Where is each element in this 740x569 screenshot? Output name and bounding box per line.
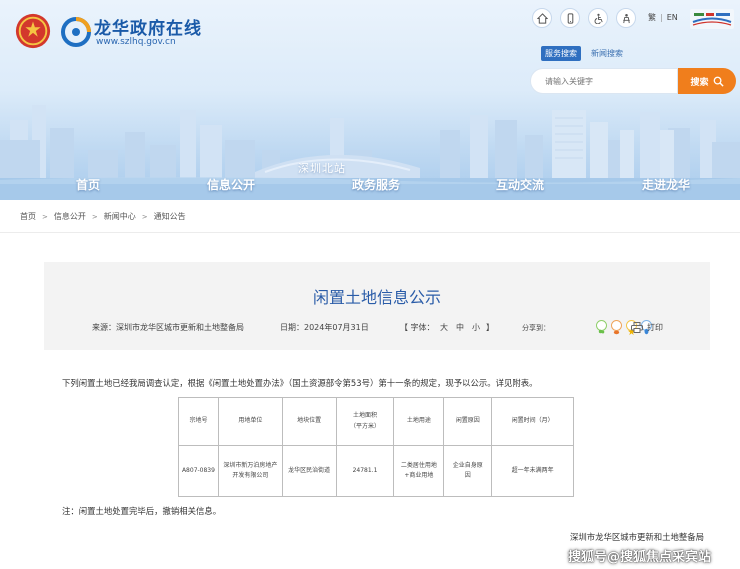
cell-text: 因 <box>464 472 471 479</box>
table-row: A807-0839 深圳市新万泊房地产 开发有限公司 龙华区民治街道 24781… <box>178 445 574 497</box>
weibo-icon[interactable] <box>611 320 622 335</box>
idle-land-table: 宗地号 用地单位 地块位置 土地面积 （平方米） 土地用途 闲置原因 闲置时间（… <box>178 397 574 497</box>
breadcrumb-news[interactable]: 新闻中心 <box>104 211 136 222</box>
font-large-button[interactable]: 大 <box>440 322 448 333</box>
share-icons <box>596 320 652 336</box>
nav-about[interactable]: 走进龙华 <box>642 176 690 193</box>
lang-separator: | <box>660 13 663 22</box>
breadcrumb-notice[interactable]: 通知公告 <box>154 211 186 222</box>
cell-land-user: 深圳市新万泊房地产 开发有限公司 <box>217 445 283 497</box>
font-size-close: 】 <box>486 323 494 332</box>
table-header-cell: 土地面积 （平方米） <box>335 397 395 446</box>
table-header-cell: 宗地号 <box>178 397 219 446</box>
search-button[interactable]: 搜索 <box>678 68 736 94</box>
table-header-cell: 闲置时间（月） <box>491 397 574 446</box>
article-header-card: 闲置土地信息公示 来源：深圳市龙华区城市更新和土地整备局 日期：2024年07月… <box>44 262 710 350</box>
breadcrumb-info[interactable]: 信息公开 <box>54 211 86 222</box>
chevron-right-icon: > <box>141 212 148 221</box>
table-header-cell: 地块位置 <box>281 397 337 446</box>
lang-english[interactable]: EN <box>667 13 678 22</box>
site-title[interactable]: 龙华政府在线 <box>94 14 202 39</box>
site-logo-icon[interactable] <box>60 16 92 48</box>
share-label: 分享到： <box>522 324 550 332</box>
font-size-label: 【 字体： <box>400 323 435 332</box>
cell-location: 龙华区民治街道 <box>281 445 337 497</box>
main-nav: 首页 信息公开 政务服务 互动交流 走进龙华 <box>0 172 740 198</box>
divider <box>0 232 740 233</box>
article-title: 闲置土地信息公示 <box>312 288 441 307</box>
article-note: 注：闲置土地处置完毕后，撤销相关信息。 <box>62 506 222 516</box>
search-button-label: 搜索 <box>690 77 709 88</box>
watermark: 搜狐号@搜狐焦点采宾站 <box>568 550 712 565</box>
cell-text: 二类居住用地 <box>400 461 437 469</box>
home-icon[interactable] <box>532 8 552 28</box>
breadcrumb: 首页 > 信息公开 > 新闻中心 > 通知公告 <box>20 211 186 222</box>
font-medium-button[interactable]: 中 <box>456 322 464 333</box>
mobile-icon[interactable] <box>560 8 580 28</box>
chevron-right-icon: > <box>91 212 98 221</box>
nav-gov-service[interactable]: 政务服务 <box>352 176 400 193</box>
printer-icon[interactable] <box>631 322 643 333</box>
table-header-cell: 闲置原因 <box>443 397 493 446</box>
accessibility-icon[interactable] <box>588 8 608 28</box>
chevron-right-icon: > <box>42 212 48 221</box>
cell-idle-reason: 企业自身原 因 <box>443 445 493 497</box>
cell-land-use: 二类居住用地 +商业用地 <box>393 445 445 497</box>
language-switch: 繁 | EN <box>648 12 678 23</box>
breadcrumb-home[interactable]: 首页 <box>20 211 36 222</box>
lang-traditional[interactable]: 繁 <box>648 12 656 23</box>
cell-parcel-id: A807-0839 <box>178 445 219 497</box>
cell-text: 深圳市新万泊房地产 <box>223 461 278 469</box>
top-utility-icons <box>532 8 636 28</box>
table-header-row: 宗地号 用地单位 地块位置 土地面积 （平方米） 土地用途 闲置原因 闲置时间（… <box>178 397 574 446</box>
site-domain: www.szlhq.gov.cn <box>96 37 176 47</box>
header-banner: 龙华政府在线 www.szlhq.gov.cn 繁 | EN 服务搜索 新闻搜索 <box>0 0 740 200</box>
table-header-cell: 土地用途 <box>393 397 445 446</box>
font-small-button[interactable]: 小 <box>472 322 480 333</box>
search-input[interactable] <box>530 68 678 94</box>
cell-area: 24781.1 <box>335 445 395 497</box>
article-date: 日期：2024年07月31日 <box>280 323 369 332</box>
nav-interaction[interactable]: 互动交流 <box>496 176 544 193</box>
header-area-label: 土地面积 <box>352 412 377 420</box>
tab-news-search[interactable]: 新闻搜索 <box>587 46 627 61</box>
nav-info-public[interactable]: 信息公开 <box>207 176 255 193</box>
article-signature: 深圳市龙华区城市更新和土地整备局 <box>570 532 704 542</box>
article-source: 来源：深圳市龙华区城市更新和土地整备局 <box>92 323 244 332</box>
nav-home[interactable]: 首页 <box>76 176 100 193</box>
elderly-icon[interactable] <box>616 8 636 28</box>
national-emblem-icon <box>15 13 51 49</box>
article-intro: 下列闲置土地已经我局调查认定，根据《闲置土地处置办法》（国土资源部令第53号）第… <box>62 378 538 388</box>
cell-text: 企业自身原 <box>452 461 483 469</box>
cell-text: 开发有限公司 <box>232 472 269 479</box>
search-type-tabs: 服务搜索 新闻搜索 <box>541 46 627 61</box>
header-area-unit: （平方米） <box>349 422 380 430</box>
cell-idle-time: 超一年未满两年 <box>491 445 574 497</box>
table-header-cell: 用地单位 <box>217 397 283 446</box>
tab-service-search[interactable]: 服务搜索 <box>541 46 581 61</box>
campaign-badge-logo <box>690 9 734 29</box>
print-button[interactable]: 打印 <box>647 322 663 333</box>
search-icon <box>713 76 724 87</box>
cell-text: +商业用地 <box>404 472 434 479</box>
wechat-icon[interactable] <box>596 320 607 334</box>
